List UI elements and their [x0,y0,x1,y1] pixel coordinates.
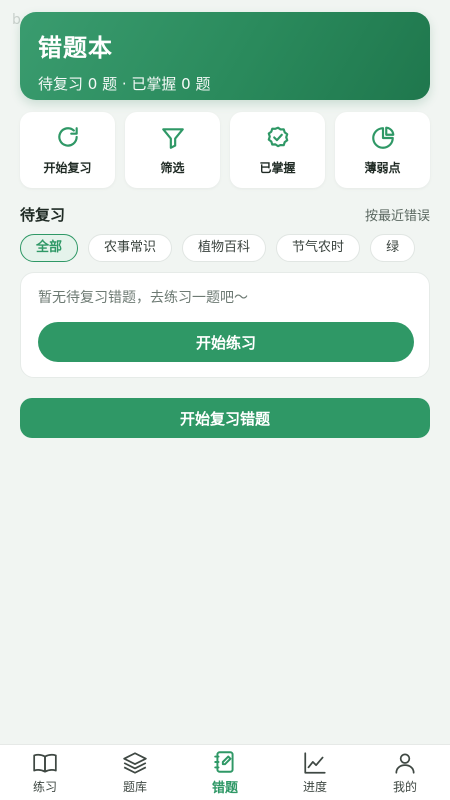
quick-action-label: 开始复习 [43,160,92,175]
chip-all[interactable]: 全部 [20,234,79,262]
tab-progress[interactable]: 进度 [270,750,360,795]
book-open-icon [33,753,57,773]
start-practice-button[interactable]: 开始练习 [38,322,414,362]
notebook-edit-icon [214,751,234,773]
tab-profile[interactable]: 我的 [360,750,450,795]
section-title: 待复习 [20,206,66,224]
quick-actions: 开始复习 筛选 已掌握 薄弱点 [20,112,430,188]
start-review-button[interactable]: 开始复习错题 [20,398,430,438]
chip-green[interactable]: 绿 [370,234,416,262]
pie-chart-icon [371,126,394,149]
quick-action-label: 薄弱点 [364,160,401,175]
tab-mistakes[interactable]: 错题 [180,749,270,796]
summary-banner: 错题本 待复习 0 题 · 已掌握 0 题 [20,12,430,100]
summary-counts: 待复习 0 题 · 已掌握 0 题 [38,75,211,93]
chip-solar-terms[interactable]: 节气农时 [276,234,361,262]
chip-farming[interactable]: 农事常识 [88,234,173,262]
empty-message: 暂无待复习错题，去练习一题吧～ [38,290,248,306]
refresh-icon [57,126,78,147]
quick-action-weak-points[interactable]: 薄弱点 [335,112,430,188]
check-badge-icon [267,126,288,147]
bottom-tab-bar: 练习 题库 错题 进度 我的 [0,744,450,800]
user-icon [395,753,415,774]
tab-label: 题库 [122,780,147,794]
page-title: 错题本 [38,34,113,62]
quick-action-label: 已掌握 [259,160,296,175]
tab-label: 练习 [32,780,57,794]
tab-label: 进度 [302,780,327,794]
quick-action-start-review[interactable]: 开始复习 [20,112,115,188]
empty-state: 暂无待复习错题，去练习一题吧～ 开始练习 [20,272,430,378]
chip-plants[interactable]: 植物百科 [182,234,267,262]
tab-label: 我的 [392,780,417,794]
tab-practice[interactable]: 练习 [0,750,90,795]
sort-toggle[interactable]: 按最近错误 [365,205,430,224]
category-filter: 全部 农事常识 植物百科 节气农时 绿 [20,234,450,262]
quick-action-label: 筛选 [160,160,185,175]
quick-action-mastered[interactable]: 已掌握 [230,112,325,188]
layers-icon [123,752,147,774]
tab-label: 错题 [211,781,238,796]
filter-icon [161,127,184,149]
section-header: 待复习 按最近错误 [20,204,430,225]
tab-question-bank[interactable]: 题库 [90,750,180,795]
quick-action-filter[interactable]: 筛选 [125,112,220,188]
line-chart-icon [304,752,326,774]
